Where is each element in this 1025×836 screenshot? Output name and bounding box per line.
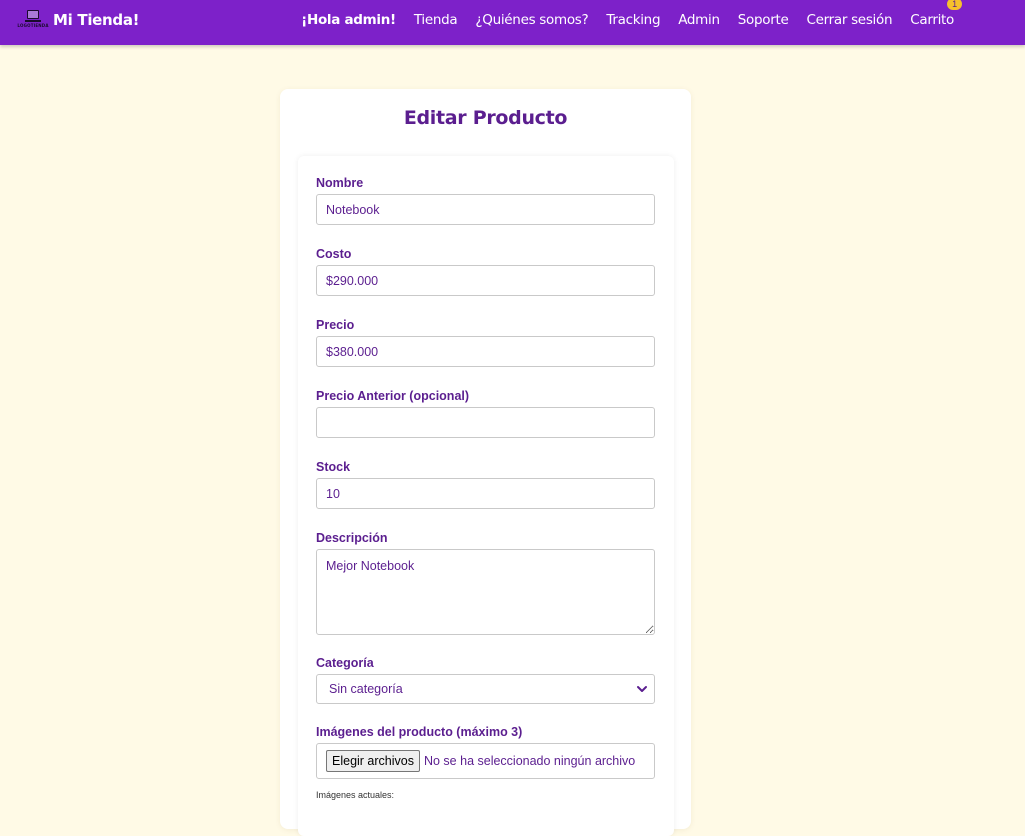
- nav-links: ¡Hola admin! Tienda ¿Quiénes somos? Trac…: [301, 0, 962, 40]
- nav-link-quienes-somos[interactable]: ¿Quiénes somos?: [475, 12, 588, 28]
- cart-count-badge: 1: [947, 0, 962, 10]
- nav-link-cerrar-sesion[interactable]: Cerrar sesión: [806, 12, 892, 28]
- chevron-down-icon: [637, 686, 647, 692]
- nav-link-tracking[interactable]: Tracking: [606, 12, 660, 28]
- choose-files-button[interactable]: Elegir archivos: [326, 750, 420, 772]
- brand[interactable]: LOGOTIENDA Mi Tienda!: [17, 9, 140, 31]
- logo-text: LOGOTIENDA: [17, 23, 49, 28]
- stock-input[interactable]: [316, 478, 655, 509]
- imagenes-file-input[interactable]: Elegir archivos No se ha seleccionado ni…: [316, 743, 655, 779]
- page-title: Editar Producto: [403, 107, 568, 129]
- file-status-text: No se ha seleccionado ningún archivo: [423, 754, 636, 768]
- current-images-label: Imágenes actuales:: [316, 790, 395, 800]
- store-logo-icon: LOGOTIENDA: [17, 9, 49, 31]
- nav-link-carrito[interactable]: Carrito 1: [910, 0, 962, 28]
- precio-anterior-input[interactable]: [316, 407, 655, 438]
- cart-label: Carrito: [910, 12, 954, 28]
- label-stock: Stock: [316, 460, 351, 474]
- label-precio-anterior: Precio Anterior (opcional): [316, 389, 470, 403]
- nombre-input[interactable]: [316, 194, 655, 225]
- label-categoria: Categoría: [316, 656, 374, 670]
- categoria-selected-value: Sin categoría: [329, 682, 403, 696]
- nav-link-soporte[interactable]: Soporte: [738, 12, 789, 28]
- top-navbar: LOGOTIENDA Mi Tienda! ¡Hola admin! Tiend…: [0, 0, 1025, 45]
- nav-link-tienda[interactable]: Tienda: [414, 12, 458, 28]
- brand-name[interactable]: Mi Tienda!: [53, 11, 140, 29]
- precio-input[interactable]: [316, 336, 655, 367]
- label-precio: Precio: [316, 318, 355, 332]
- descripcion-textarea[interactable]: Mejor Notebook: [316, 549, 655, 635]
- label-descripcion: Descripción: [316, 531, 388, 545]
- nav-greeting[interactable]: ¡Hola admin!: [301, 12, 396, 28]
- categoria-select[interactable]: Sin categoría: [316, 674, 655, 704]
- nav-link-admin[interactable]: Admin: [678, 12, 720, 28]
- label-costo: Costo: [316, 247, 352, 261]
- label-imagenes: Imágenes del producto (máximo 3): [316, 725, 523, 739]
- costo-input[interactable]: [316, 265, 655, 296]
- label-nombre: Nombre: [316, 176, 364, 190]
